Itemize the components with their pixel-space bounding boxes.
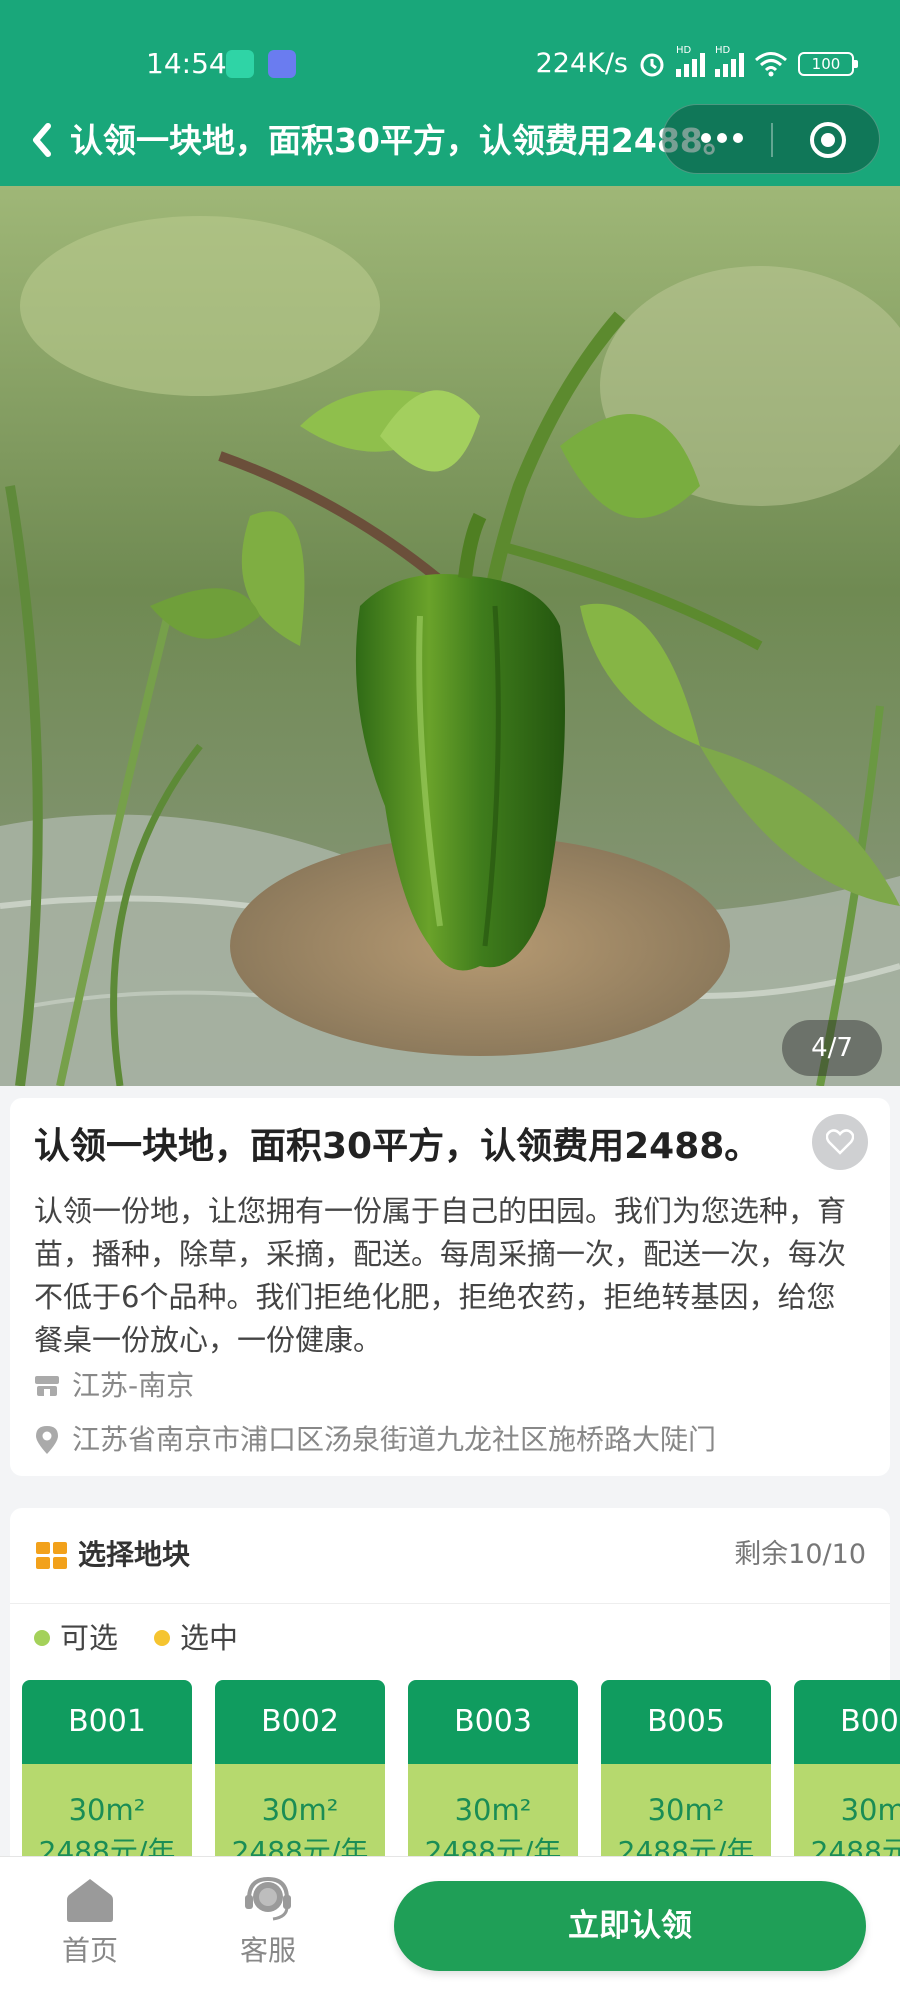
plot-tile[interactable]: B002 30m² 2488元/年 [215,1680,385,1880]
home-icon [67,1879,113,1922]
shield-app-icon [226,50,254,78]
plot-area: 30m² [261,1793,339,1827]
plots-remaining: 剩余10/10 [734,1539,866,1570]
location-pin-icon [36,1426,58,1454]
store-location: 江苏-南京 [34,1366,194,1406]
plot-list: B001 30m² 2488元/年 B002 30m² 2488元/年 B003 3… [22,1680,900,1880]
plot-section-title: 选择地块 [78,1538,191,1571]
gallery-counter: 4/7 [782,1020,882,1076]
plot-code: B006 [794,1680,900,1764]
tab-home-label: 首页 [61,1934,118,1967]
plot-area: 30m² [68,1793,146,1827]
network-speed: 224K/s [535,48,628,79]
bottom-action-bar: 首页 客服 立即认领 [0,1856,900,2000]
plot-area: 30m² [647,1793,725,1827]
alarm-icon [640,53,664,77]
mini-program-capsule [662,104,880,174]
status-bar: 14:54 224K/s HD HD 100 [0,44,900,84]
screen: 14:54 224K/s HD HD 100 认领一块地，面积30平方，认领费用… [0,0,900,2000]
legend-selected-label: 选中 [180,1621,239,1655]
legend-available: 可选 [34,1616,118,1660]
plot-code: B002 [215,1680,385,1764]
network-type-2: HD [715,45,731,56]
pepper-plant-image [0,186,900,1086]
status-right: 224K/s HD HD 100 [535,44,858,84]
legend-available-dot [34,1630,50,1646]
status-time: 14:54 [146,47,227,80]
product-description: 认领一份地，让您拥有一份属于自己的田园。我们为您选种，育苗，播种，除草，采摘，配… [34,1194,847,1357]
nav-bar: 认领一块地，面积30平方，认领费用2488。 [0,104,900,176]
signal-2-icon: HD [715,45,744,77]
plot-tile[interactable]: B006 30m²2488元/年 [794,1680,900,1880]
store-name: 江苏-南京 [72,1369,195,1402]
store-icon [35,1376,59,1396]
plot-legend: 可选 选中 [34,1616,238,1660]
wifi-icon [755,52,787,77]
product-info-card: 认领一块地，面积30平方，认领费用2488。 认领一份地，让您拥有一份属于自己的… [10,1098,890,1476]
plot-area: 30m² [454,1793,532,1827]
plot-section-header: 选择地块 剩余10/10 [10,1508,890,1604]
product-photo[interactable] [0,186,900,1086]
tab-service-label: 客服 [239,1934,296,1967]
legend-selected-dot [154,1630,171,1646]
tab-customer-service[interactable]: 客服 [218,1875,318,1969]
plot-code: B005 [601,1680,771,1764]
close-mini-program-icon[interactable] [807,119,849,161]
plot-area: 30m² [840,1793,900,1827]
plot-tile[interactable]: B005 30m² 2488元/年 [601,1680,771,1880]
address-row[interactable]: 江苏省南京市浦口区汤泉街道九龙社区施桥路大陡门 [34,1420,716,1460]
grid-icon [36,1542,67,1569]
claim-now-button[interactable]: 立即认领 [394,1881,866,1971]
more-menu-icon[interactable] [701,133,743,143]
plot-code: B003 [408,1680,578,1764]
plot-tile[interactable]: B003 30m² 2488元/年 [408,1680,578,1880]
heart-icon [826,1129,854,1155]
favorite-button[interactable] [812,1114,868,1170]
top-bar: 14:54 224K/s HD HD 100 认领一块地，面积30平方，认领费用… [0,0,900,186]
tab-home[interactable]: 首页 [40,1875,140,1969]
plot-tile[interactable]: B001 30m² 2488元/年 [22,1680,192,1880]
legend-selected: 选中 [154,1616,238,1660]
address-text: 江苏省南京市浦口区汤泉街道九龙社区施桥路大陡门 [72,1423,717,1456]
network-type-1: HD [676,45,692,56]
legend-available-label: 可选 [60,1621,119,1655]
plot-code: B001 [22,1680,192,1764]
app-notification-icon [268,50,296,78]
headset-icon [245,1876,291,1921]
signal-1-icon: HD [676,45,705,77]
capsule-divider [771,123,773,157]
battery-icon: 100 [798,52,858,76]
back-arrow-icon[interactable] [22,116,62,164]
product-title: 认领一块地，面积30平方，认领费用2488。 [34,1126,761,1167]
